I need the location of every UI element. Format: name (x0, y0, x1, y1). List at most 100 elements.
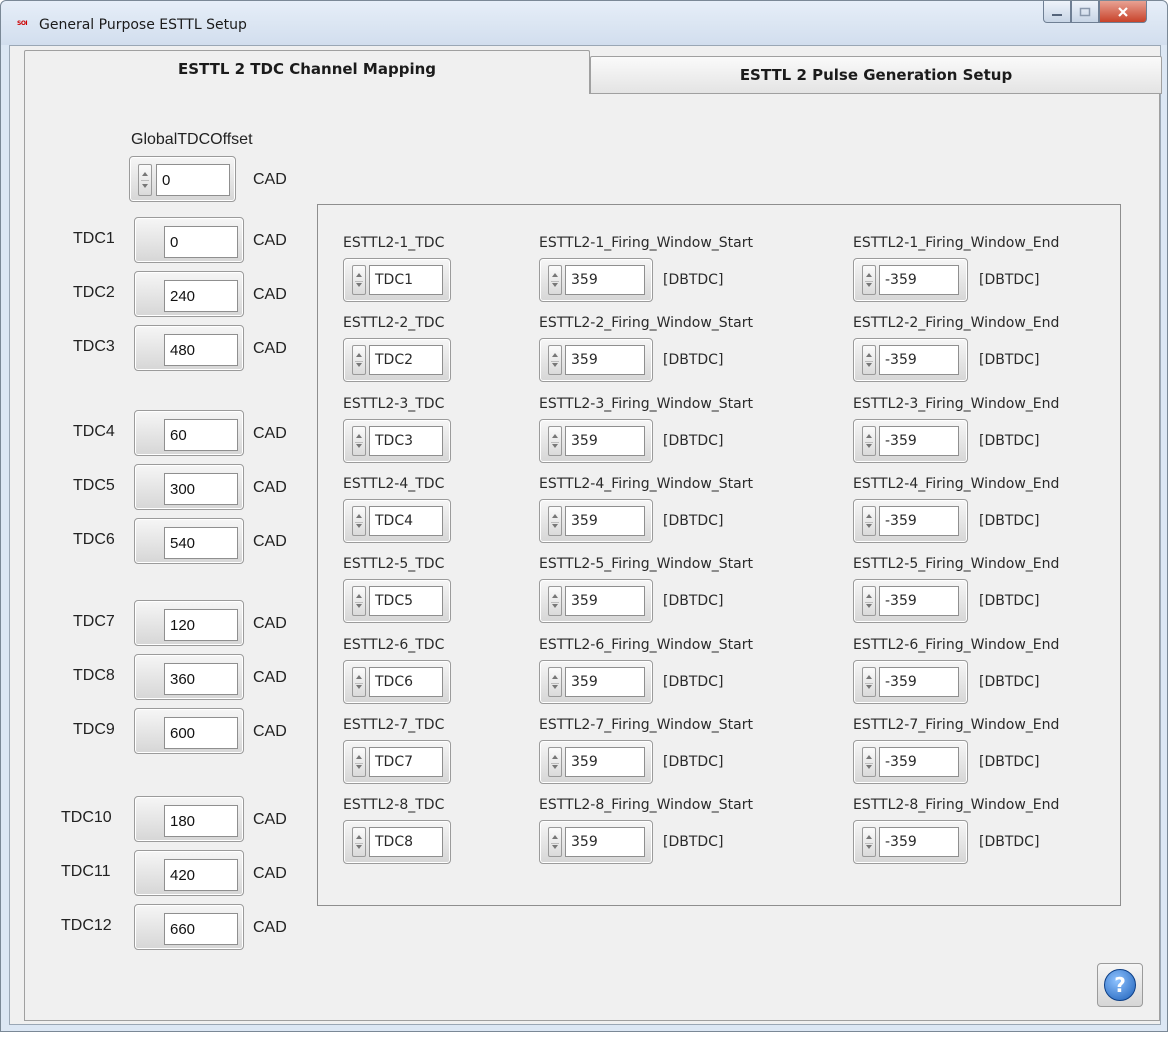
esttl-tdc-input[interactable]: TDC7 (369, 746, 443, 777)
tdc-input[interactable]: 0 (164, 226, 238, 258)
firing-window-start-input[interactable]: 359 (565, 345, 645, 376)
tdc-control: 600 (134, 708, 244, 754)
tdc-input[interactable]: 120 (164, 609, 238, 641)
firing-window-end-control: -359 (853, 739, 968, 784)
esttl-tdc-spinner[interactable] (352, 746, 366, 777)
firing-window-start-label: ESTTL2-7_Firing_Window_Start (539, 716, 753, 733)
tab-tdc-channel-mapping[interactable]: ESTTL 2 TDC Channel Mapping (24, 50, 590, 94)
tdc-control: 120 (134, 600, 244, 646)
firing-window-end-spinner[interactable] (862, 827, 876, 858)
firing-window-start-spinner[interactable] (548, 425, 562, 456)
firing-window-end-unit: [DBTDC] (979, 753, 1040, 770)
firing-window-end-input[interactable]: -359 (879, 265, 959, 295)
global-offset-input[interactable]: 0 (156, 164, 230, 196)
firing-window-start-spinner[interactable] (548, 827, 562, 858)
minimize-button[interactable] (1043, 1, 1071, 23)
tdc-input[interactable]: 240 (164, 280, 238, 312)
esttl-tdc-label: ESTTL2-8_TDC (343, 797, 445, 814)
global-offset-unit: CAD (253, 171, 287, 188)
firing-window-start-control: 359 (539, 579, 653, 624)
firing-window-start-spinner[interactable] (548, 505, 562, 536)
tdc-input[interactable]: 540 (164, 527, 238, 559)
firing-window-end-spinner[interactable] (862, 746, 876, 777)
firing-window-end-unit: [DBTDC] (979, 352, 1040, 369)
firing-window-start-control: 359 (539, 820, 653, 865)
firing-window-end-spinner[interactable] (862, 265, 876, 295)
close-button[interactable] (1099, 1, 1147, 23)
tab-pulse-generation-setup[interactable]: ESTTL 2 Pulse Generation Setup (590, 56, 1162, 94)
title-bar[interactable]: SOI General Purpose ESTTL Setup (1, 1, 1167, 45)
tdc-input[interactable]: 480 (164, 334, 238, 366)
firing-window-start-spinner[interactable] (548, 666, 562, 697)
firing-window-end-input[interactable]: -359 (879, 425, 959, 456)
firing-window-start-spinner[interactable] (548, 265, 562, 295)
help-button[interactable]: ? (1097, 963, 1143, 1007)
app-icon: SOI (17, 20, 28, 27)
tdc-input[interactable]: 600 (164, 717, 238, 749)
firing-window-start-control: 359 (539, 258, 653, 302)
esttl-tdc-spinner[interactable] (352, 827, 366, 858)
firing-window-end-spinner[interactable] (862, 425, 876, 456)
firing-window-end-label: ESTTL2-5_Firing_Window_End (853, 556, 1060, 573)
global-offset-spinner[interactable] (138, 164, 152, 196)
minimize-icon (1052, 13, 1062, 16)
firing-window-end-spinner[interactable] (862, 345, 876, 376)
tdc-control: 660 (134, 904, 244, 950)
esttl-tdc-spinner[interactable] (352, 345, 366, 376)
firing-window-start-spinner[interactable] (548, 746, 562, 777)
esttl-tdc-spinner[interactable] (352, 505, 366, 536)
firing-window-end-spinner[interactable] (862, 505, 876, 536)
esttl-tdc-spinner[interactable] (352, 425, 366, 456)
firing-window-end-control: -359 (853, 579, 968, 624)
firing-window-start-input[interactable]: 359 (565, 827, 645, 858)
tdc-unit: CAD (253, 865, 287, 882)
firing-window-start-input[interactable]: 359 (565, 505, 645, 536)
maximize-button[interactable] (1071, 1, 1099, 23)
esttl-tdc-control: TDC8 (343, 820, 451, 865)
esttl-tdc-input[interactable]: TDC5 (369, 586, 443, 617)
esttl-tdc-spinner[interactable] (352, 586, 366, 617)
esttl-tdc-spinner[interactable] (352, 666, 366, 697)
firing-window-end-input[interactable]: -359 (879, 746, 959, 777)
tdc-label: TDC12 (61, 917, 112, 934)
firing-window-start-control: 359 (539, 659, 653, 704)
esttl-tdc-input[interactable]: TDC2 (369, 345, 443, 376)
firing-window-start-label: ESTTL2-5_Firing_Window_Start (539, 556, 753, 573)
firing-window-start-unit: [DBTDC] (663, 352, 724, 369)
firing-window-start-input[interactable]: 359 (565, 265, 645, 295)
esttl-tdc-input[interactable]: TDC4 (369, 505, 443, 536)
firing-window-end-spinner[interactable] (862, 666, 876, 697)
firing-window-start-spinner[interactable] (548, 345, 562, 376)
esttl-tdc-input[interactable]: TDC6 (369, 666, 443, 697)
tdc-input[interactable]: 300 (164, 473, 238, 505)
firing-window-end-input[interactable]: -359 (879, 827, 959, 858)
tdc-input[interactable]: 60 (164, 419, 238, 451)
firing-window-end-input[interactable]: -359 (879, 505, 959, 536)
tdc-control: 0 (134, 217, 244, 263)
firing-window-start-unit: [DBTDC] (663, 512, 724, 529)
esttl-tdc-spinner[interactable] (352, 265, 366, 295)
firing-window-start-input[interactable]: 359 (565, 425, 645, 456)
tdc-unit: CAD (253, 232, 287, 249)
window-title: General Purpose ESTTL Setup (39, 17, 247, 33)
esttl-tdc-input[interactable]: TDC8 (369, 827, 443, 858)
firing-window-end-input[interactable]: -359 (879, 586, 959, 617)
firing-window-start-input[interactable]: 359 (565, 666, 645, 697)
tdc-input[interactable]: 420 (164, 859, 238, 891)
esttl-tdc-input[interactable]: TDC1 (369, 265, 443, 295)
firing-window-end-label: ESTTL2-8_Firing_Window_End (853, 797, 1060, 814)
esttl-tdc-input[interactable]: TDC3 (369, 425, 443, 456)
tdc-input[interactable]: 360 (164, 663, 238, 695)
tdc-unit: CAD (253, 615, 287, 632)
firing-window-start-input[interactable]: 359 (565, 586, 645, 617)
firing-window-end-spinner[interactable] (862, 586, 876, 617)
firing-window-end-input[interactable]: -359 (879, 345, 959, 376)
firing-window-end-input[interactable]: -359 (879, 666, 959, 697)
tdc-input[interactable]: 180 (164, 805, 238, 837)
esttl-tdc-label: ESTTL2-2_TDC (343, 315, 445, 332)
firing-window-start-input[interactable]: 359 (565, 746, 645, 777)
firing-window-end-label: ESTTL2-2_Firing_Window_End (853, 315, 1060, 332)
tdc-input[interactable]: 660 (164, 913, 238, 945)
firing-window-start-spinner[interactable] (548, 586, 562, 617)
main-window: SOI General Purpose ESTTL Setup ESTTL 2 … (0, 0, 1168, 1032)
